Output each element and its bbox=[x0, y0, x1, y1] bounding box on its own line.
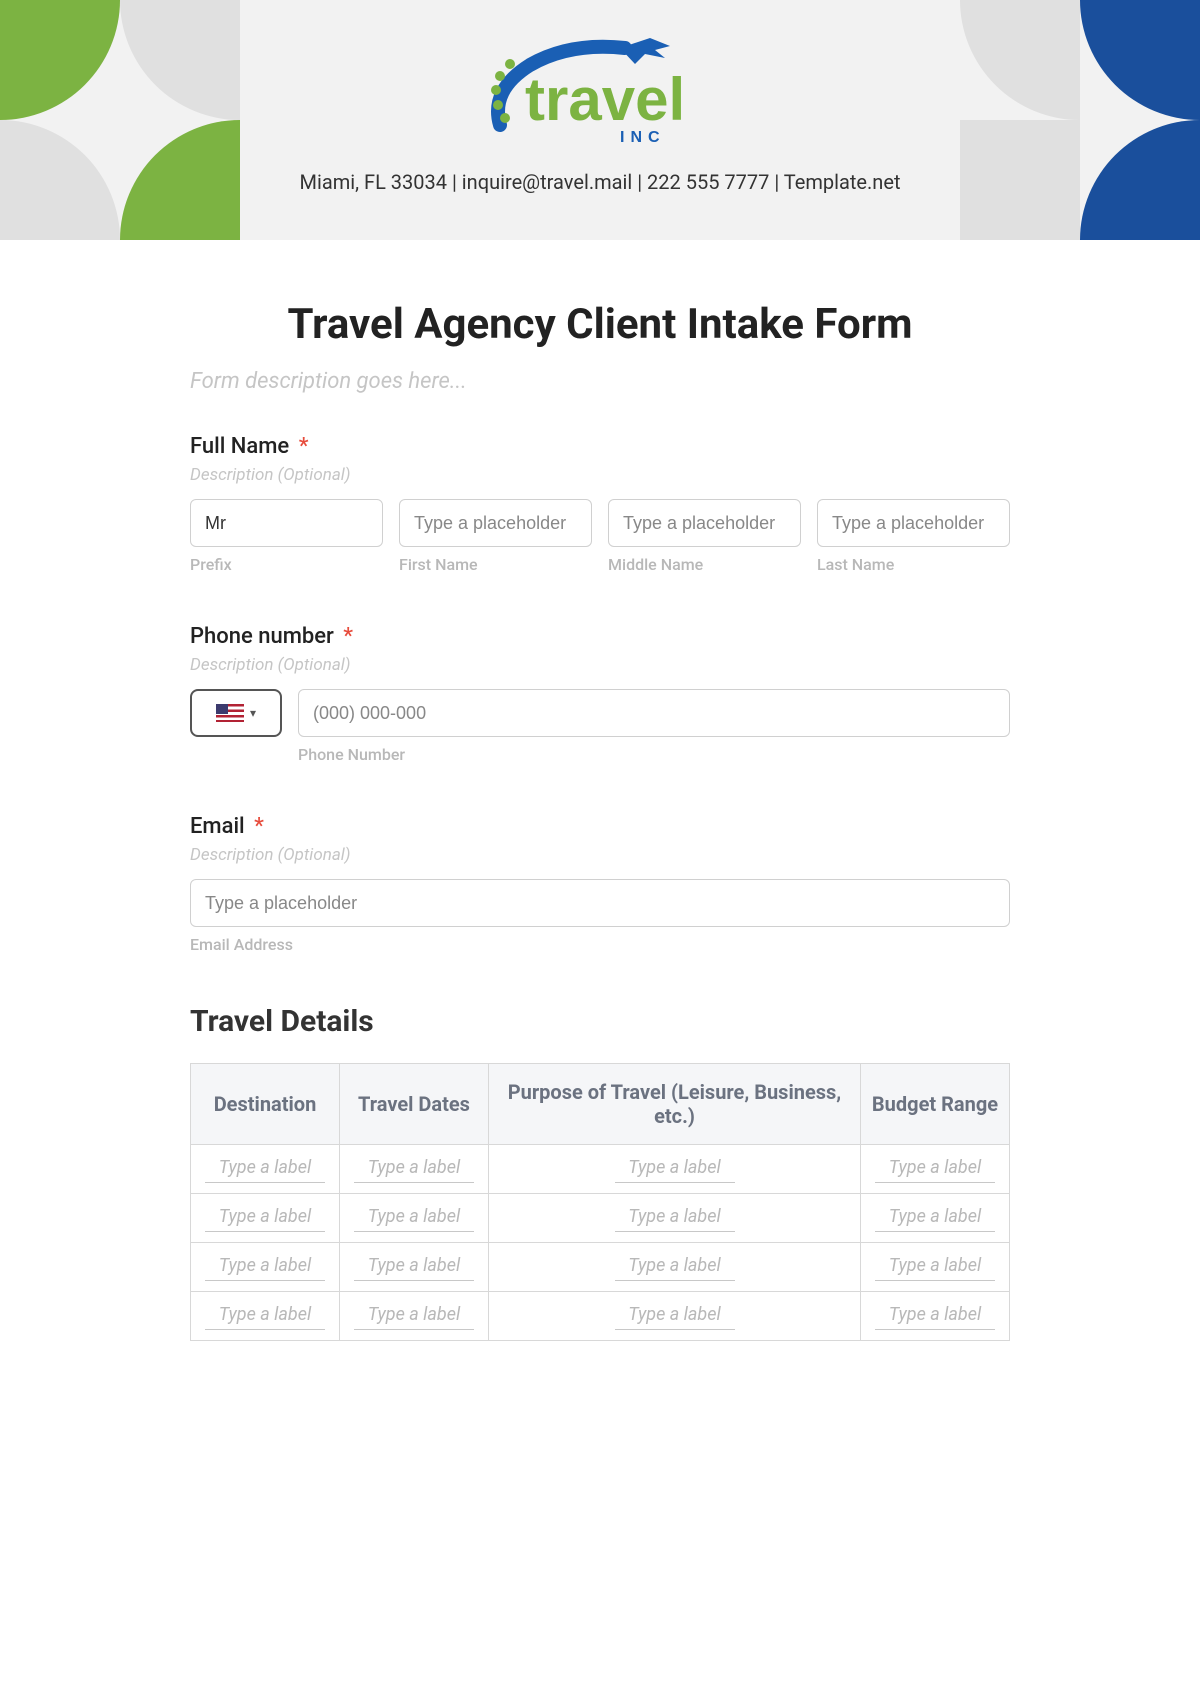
col-travel-dates: Travel Dates bbox=[340, 1064, 489, 1145]
cell-placeholder[interactable]: Type a label bbox=[205, 1253, 325, 1281]
cell-placeholder[interactable]: Type a label bbox=[354, 1302, 474, 1330]
travel-details-table: Destination Travel Dates Purpose of Trav… bbox=[190, 1063, 1010, 1341]
cell-placeholder[interactable]: Type a label bbox=[205, 1204, 325, 1232]
decor-left bbox=[0, 0, 240, 240]
cell-placeholder[interactable]: Type a label bbox=[615, 1155, 735, 1183]
table-row: Type a label Type a label Type a label Type… bbox=[191, 1243, 1010, 1292]
cell-placeholder[interactable]: Type a label bbox=[875, 1204, 995, 1232]
first-name-input[interactable] bbox=[399, 499, 592, 547]
cell-placeholder[interactable]: Type a label bbox=[354, 1155, 474, 1183]
phone-label-text: Phone number bbox=[190, 624, 334, 649]
prefix-sublabel: Prefix bbox=[190, 555, 383, 574]
table-cell[interactable]: Type a label bbox=[861, 1292, 1010, 1341]
travel-details-heading: Travel Details bbox=[190, 1004, 1010, 1039]
email-desc[interactable]: Description (Optional) bbox=[190, 845, 1010, 865]
table-cell[interactable]: Type a label bbox=[489, 1292, 861, 1341]
table-header-row: Destination Travel Dates Purpose of Trav… bbox=[191, 1064, 1010, 1145]
email-sublabel: Email Address bbox=[190, 935, 1010, 954]
brand-logo: travel INC bbox=[470, 30, 730, 154]
email-input[interactable] bbox=[190, 879, 1010, 927]
table-cell[interactable]: Type a label bbox=[340, 1243, 489, 1292]
first-name-sublabel: First Name bbox=[399, 555, 592, 574]
cell-placeholder[interactable]: Type a label bbox=[875, 1302, 995, 1330]
full-name-label: Full Name * bbox=[190, 434, 1010, 459]
table-row: Type a label Type a label Type a label Type… bbox=[191, 1292, 1010, 1341]
header-banner: travel INC Miami, FL 33034 | inquire@tra… bbox=[0, 0, 1200, 240]
cell-placeholder[interactable]: Type a label bbox=[875, 1155, 995, 1183]
table-row: Type a label Type a label Type a label Type… bbox=[191, 1194, 1010, 1243]
cell-placeholder[interactable]: Type a label bbox=[615, 1204, 735, 1232]
phone-sublabel: Phone Number bbox=[298, 745, 1010, 764]
phone-desc[interactable]: Description (Optional) bbox=[190, 655, 1010, 675]
email-group: Email * Description (Optional) Email Add… bbox=[190, 814, 1010, 954]
last-name-sublabel: Last Name bbox=[817, 555, 1010, 574]
table-cell[interactable]: Type a label bbox=[191, 1292, 340, 1341]
full-name-group: Full Name * Description (Optional) Prefi… bbox=[190, 434, 1010, 574]
email-label-text: Email bbox=[190, 814, 245, 839]
us-flag-icon bbox=[216, 704, 244, 722]
table-row: Type a label Type a label Type a label Type… bbox=[191, 1145, 1010, 1194]
middle-name-input[interactable] bbox=[608, 499, 801, 547]
col-budget: Budget Range bbox=[861, 1064, 1010, 1145]
form-content: Travel Agency Client Intake Form Form de… bbox=[170, 300, 1030, 1341]
table-cell[interactable]: Type a label bbox=[489, 1243, 861, 1292]
table-cell[interactable]: Type a label bbox=[489, 1145, 861, 1194]
chevron-down-icon: ▾ bbox=[250, 706, 256, 720]
form-title: Travel Agency Client Intake Form bbox=[190, 300, 1010, 349]
airplane-logo-icon: travel INC bbox=[470, 30, 730, 150]
cell-placeholder[interactable]: Type a label bbox=[354, 1204, 474, 1232]
svg-text:INC: INC bbox=[620, 129, 666, 146]
col-destination: Destination bbox=[191, 1064, 340, 1145]
email-label: Email * bbox=[190, 814, 1010, 839]
decor-right bbox=[960, 0, 1200, 240]
phone-group: Phone number * Description (Optional) ▾ … bbox=[190, 624, 1010, 764]
cell-placeholder[interactable]: Type a label bbox=[875, 1253, 995, 1281]
table-cell[interactable]: Type a label bbox=[191, 1145, 340, 1194]
country-code-select[interactable]: ▾ bbox=[190, 689, 282, 737]
cell-placeholder[interactable]: Type a label bbox=[205, 1155, 325, 1183]
table-cell[interactable]: Type a label bbox=[191, 1194, 340, 1243]
cell-placeholder[interactable]: Type a label bbox=[615, 1302, 735, 1330]
table-cell[interactable]: Type a label bbox=[489, 1194, 861, 1243]
cell-placeholder[interactable]: Type a label bbox=[205, 1302, 325, 1330]
cell-placeholder[interactable]: Type a label bbox=[354, 1253, 474, 1281]
col-purpose: Purpose of Travel (Leisure, Business, et… bbox=[489, 1064, 861, 1145]
prefix-input[interactable] bbox=[190, 499, 383, 547]
required-star-icon: * bbox=[254, 814, 264, 839]
header-contact-line: Miami, FL 33034 | inquire@travel.mail | … bbox=[300, 170, 901, 194]
form-description[interactable]: Form description goes here... bbox=[190, 369, 1010, 394]
table-cell[interactable]: Type a label bbox=[340, 1145, 489, 1194]
table-cell[interactable]: Type a label bbox=[861, 1145, 1010, 1194]
required-star-icon: * bbox=[299, 434, 309, 459]
full-name-label-text: Full Name bbox=[190, 434, 289, 459]
table-cell[interactable]: Type a label bbox=[861, 1243, 1010, 1292]
table-cell[interactable]: Type a label bbox=[861, 1194, 1010, 1243]
phone-label: Phone number * bbox=[190, 624, 1010, 649]
required-star-icon: * bbox=[343, 624, 353, 649]
table-cell[interactable]: Type a label bbox=[340, 1292, 489, 1341]
svg-text:travel: travel bbox=[525, 66, 685, 133]
full-name-desc[interactable]: Description (Optional) bbox=[190, 465, 1010, 485]
table-cell[interactable]: Type a label bbox=[340, 1194, 489, 1243]
last-name-input[interactable] bbox=[817, 499, 1010, 547]
phone-input[interactable] bbox=[298, 689, 1010, 737]
table-cell[interactable]: Type a label bbox=[191, 1243, 340, 1292]
cell-placeholder[interactable]: Type a label bbox=[615, 1253, 735, 1281]
middle-name-sublabel: Middle Name bbox=[608, 555, 801, 574]
